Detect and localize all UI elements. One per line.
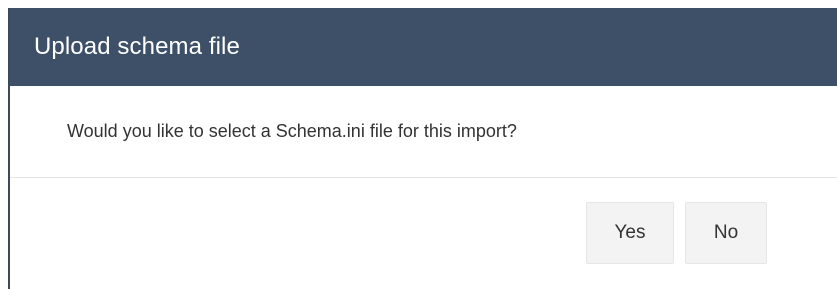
dialog-title: Upload schema file (34, 33, 240, 60)
dialog-footer: Yes No (10, 178, 837, 288)
dialog-message: Would you like to select a Schema.ini fi… (67, 121, 517, 141)
yes-button[interactable]: Yes (586, 202, 674, 264)
no-button[interactable]: No (685, 202, 767, 264)
dialog-header: Upload schema file (10, 8, 837, 86)
dialog-body: Would you like to select a Schema.ini fi… (10, 86, 837, 178)
upload-schema-dialog: Upload schema file Would you like to sel… (8, 8, 837, 289)
